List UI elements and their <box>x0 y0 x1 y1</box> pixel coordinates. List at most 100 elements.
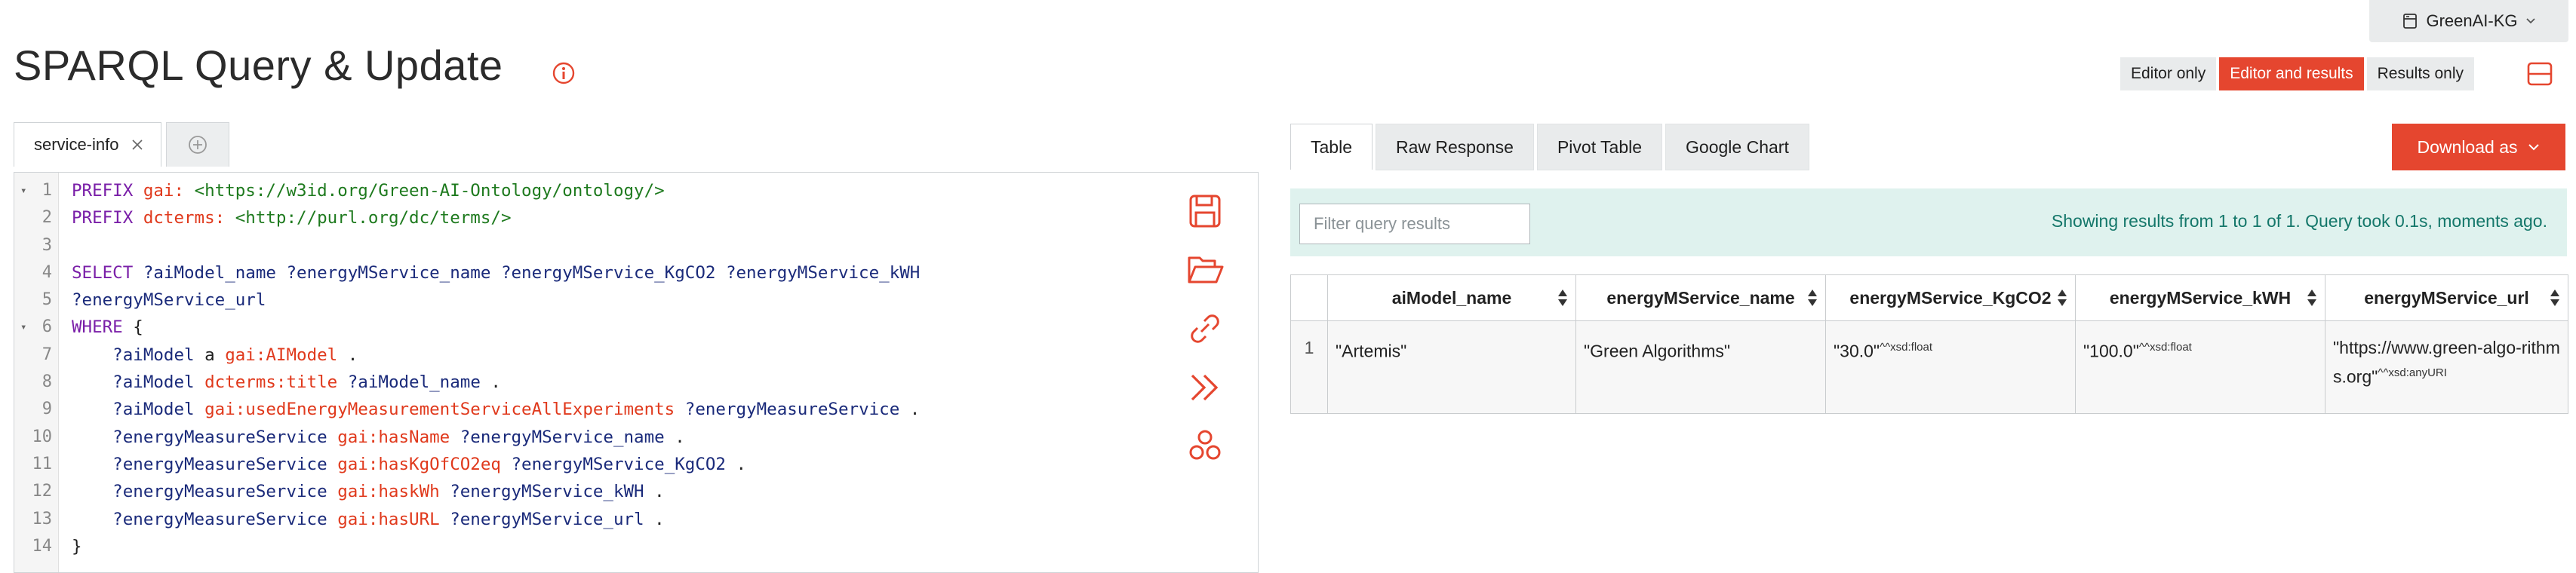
editor-tab[interactable]: service-info <box>14 122 162 167</box>
code-token: <https://w3id.org/Green-AI-Ontology/onto… <box>194 181 665 201</box>
table-cell[interactable]: "100.0"^^xsd:float <box>2075 320 2325 414</box>
results-stats: Showing results from 1 to 1 of 1. Query … <box>2051 211 2547 231</box>
code-token: ?energyMService_url <box>450 509 655 529</box>
code-line[interactable]: 7 ?aiModel a gai:AIModel . <box>14 342 1258 369</box>
code-line[interactable]: 11 ?energyMeasureService gai:hasKgOfCO2e… <box>14 451 1258 478</box>
row-number-header <box>1290 274 1328 321</box>
line-number: 6 <box>41 317 52 337</box>
code-text: ?aiModel gai:usedEnergyMeasurementServic… <box>72 396 920 423</box>
code-line[interactable]: ▾ 6 WHERE { <box>14 314 1258 341</box>
code-line[interactable]: 3 <box>14 232 1258 259</box>
code-line[interactable]: 2 PREFIX dcterms: <http://purl.org/dc/ter… <box>14 204 1258 231</box>
code-token: dcterms:title <box>204 372 348 393</box>
run-chevrons-icon[interactable] <box>1185 368 1225 407</box>
sort-icon <box>2058 290 2067 306</box>
column-header[interactable]: aiModel_name <box>1327 274 1576 321</box>
mode-results-only[interactable]: Results only <box>2366 57 2475 90</box>
line-number: 4 <box>41 262 52 282</box>
code-line[interactable]: ▾ 1 PREFIX gai: <https://w3id.org/Green-AI… <box>14 177 1258 204</box>
sort-icon <box>1558 290 1567 306</box>
code-token: ?energyMService_url <box>72 290 266 311</box>
code-token: gai:AIModel <box>225 345 348 365</box>
line-number: 3 <box>41 235 52 255</box>
chevron-down-icon <box>2528 144 2540 151</box>
tab-raw-response[interactable]: Raw Response <box>1375 124 1534 170</box>
code-token: . <box>490 372 501 393</box>
code-token: ?aiModel_name <box>347 372 491 393</box>
table-cell[interactable]: "Green Algorithms" <box>1575 320 1826 414</box>
line-number: 5 <box>41 290 52 310</box>
code-line[interactable]: 9 ?aiModel gai:usedEnergyMeasurementServ… <box>14 396 1258 423</box>
code-token: ?energyMeasureService <box>72 482 338 502</box>
tab-pivot-table[interactable]: Pivot Table <box>1536 124 1663 170</box>
editor-tools <box>1185 192 1225 466</box>
download-as-button[interactable]: Download as <box>2392 124 2565 170</box>
code-text: ?energyMService_url <box>72 286 266 314</box>
info-icon[interactable] <box>551 60 576 86</box>
layout-orientation-icon[interactable] <box>2526 60 2553 87</box>
code-token: ?aiModel <box>72 400 205 420</box>
repository-name: GreenAI-KG <box>2426 11 2518 30</box>
table-cell[interactable]: "https://www.green-algo-rithms.org"^^xsd… <box>2325 320 2568 414</box>
code-token: ?energyMService_name <box>460 427 675 447</box>
code-token: ?energyMeasureService <box>72 454 338 474</box>
code-line[interactable]: 4 SELECT ?aiModel_name ?energyMService_na… <box>14 259 1258 286</box>
code-token: WHERE <box>72 317 134 338</box>
code-text: ?energyMeasureService gai:hasKgOfCO2eq ?… <box>72 451 746 478</box>
code-token: ?energyMeasureService <box>72 427 338 447</box>
page-title: SPARQL Query & Update <box>14 41 503 89</box>
code-text: ?aiModel dcterms:title ?aiModel_name . <box>72 369 501 396</box>
open-folder-icon[interactable] <box>1185 250 1225 290</box>
code-line[interactable]: 8 ?aiModel dcterms:title ?aiModel_name . <box>14 369 1258 396</box>
tab-google-chart[interactable]: Google Chart <box>1665 124 1809 170</box>
view-mode-toggle: Editor only Editor and results Results o… <box>2120 57 2475 90</box>
code-token: ?aiModel_name ?energyMService_name ?ener… <box>143 262 921 283</box>
results-table: aiModel_name energyMService_name energyM… <box>1290 274 2568 414</box>
results-tab-bar: Table Raw Response Pivot Table Google Ch… <box>1290 124 1809 170</box>
column-header[interactable]: energyMService_KgCO2 <box>1825 274 2076 321</box>
line-number: 11 <box>32 454 53 473</box>
query-editor[interactable]: ▾ 1 PREFIX gai: <https://w3id.org/Green-AI… <box>14 172 1259 573</box>
code-line[interactable]: 10 ?energyMeasureService gai:hasName ?en… <box>14 424 1258 451</box>
code-token: <http://purl.org/dc/terms/> <box>235 208 512 228</box>
link-icon[interactable] <box>1185 309 1225 348</box>
line-number: 13 <box>32 509 53 529</box>
code-line[interactable]: 13 ?energyMeasureService gai:hasURL ?ene… <box>14 506 1258 533</box>
column-header[interactable]: energyMService_kWH <box>2075 274 2325 321</box>
filter-results-input[interactable] <box>1299 204 1530 244</box>
code-text: ?energyMeasureService gai:hasURL ?energy… <box>72 506 665 533</box>
column-header[interactable]: energyMService_url <box>2325 274 2568 321</box>
share-nodes-icon[interactable] <box>1185 427 1225 466</box>
code-token: . <box>654 482 665 502</box>
code-token: . <box>654 509 665 529</box>
code-text: WHERE { <box>72 314 143 341</box>
column-header[interactable]: energyMService_name <box>1575 274 1826 321</box>
code-token: PREFIX <box>72 208 143 228</box>
plus-circle-icon <box>189 136 207 154</box>
add-tab-button[interactable] <box>166 122 230 167</box>
code-token: { <box>133 317 143 338</box>
tab-table[interactable]: Table <box>1290 124 1373 170</box>
line-number: 1 <box>41 181 52 200</box>
download-label: Download as <box>2417 136 2518 157</box>
database-icon <box>2403 14 2418 29</box>
repository-selector[interactable]: GreenAI-KG <box>2369 0 2568 42</box>
code-token: gai:usedEnergyMeasurementServiceAllExper… <box>204 400 685 420</box>
save-icon[interactable] <box>1185 192 1225 231</box>
table-cell[interactable]: "Artemis" <box>1327 320 1576 414</box>
code-line[interactable]: 5 ?energyMService_url <box>14 286 1258 314</box>
code-line[interactable]: 12 ?energyMeasureService gai:haskWh ?ene… <box>14 478 1258 505</box>
code-token: PREFIX <box>72 181 143 201</box>
table-cell[interactable]: "30.0"^^xsd:float <box>1825 320 2076 414</box>
table-header-row: aiModel_name energyMService_name energyM… <box>1290 274 2568 321</box>
code-line[interactable]: 14} <box>14 533 1258 560</box>
sort-icon <box>1808 290 1817 306</box>
code-token: gai: <box>143 181 195 201</box>
code-token: gai:haskWh <box>337 482 450 502</box>
mode-editor-and-results[interactable]: Editor and results <box>2219 57 2364 90</box>
close-icon[interactable] <box>131 138 144 152</box>
sort-icon <box>2550 290 2559 306</box>
code-lines: ▾ 1 PREFIX gai: <https://w3id.org/Green-AI… <box>14 177 1258 560</box>
mode-editor-only[interactable]: Editor only <box>2120 57 2217 90</box>
line-number: 10 <box>32 427 53 446</box>
